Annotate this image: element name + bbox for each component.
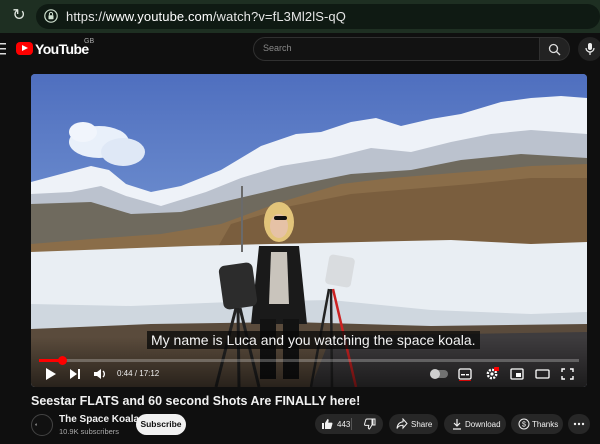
captions-icon[interactable] xyxy=(458,366,472,382)
miniplayer-icon[interactable] xyxy=(510,366,524,382)
avatar-logo: ◐ xyxy=(35,422,39,428)
volume-icon[interactable] xyxy=(93,366,107,382)
country-code: GB xyxy=(84,38,95,45)
autoplay-toggle[interactable] xyxy=(430,369,448,379)
channel-name[interactable]: The Space Koala xyxy=(59,414,139,425)
reload-icon[interactable]: ↻ xyxy=(9,6,29,26)
like-count: 443 xyxy=(337,420,351,429)
video-title: Seestar FLATS and 60 second Shots Are FI… xyxy=(31,394,361,408)
svg-text:$: $ xyxy=(522,422,526,429)
masthead: YouTube GB Search xyxy=(0,33,600,66)
time-display: 0:44 / 17:12 xyxy=(117,369,160,378)
avatar[interactable]: ◐ xyxy=(31,414,53,436)
like-divider xyxy=(351,418,352,430)
search-placeholder: Search xyxy=(263,43,292,53)
thanks-icon: $ xyxy=(518,418,530,430)
subscriber-count: 10.9K subscribers xyxy=(59,427,120,436)
progress-bar[interactable] xyxy=(39,356,579,365)
settings-icon[interactable] xyxy=(485,366,499,382)
more-actions-button[interactable] xyxy=(568,414,590,434)
like-icon[interactable] xyxy=(321,418,333,430)
share-label: Share xyxy=(411,420,433,429)
download-icon xyxy=(453,419,461,430)
search-input[interactable]: Search xyxy=(253,37,540,61)
download-button[interactable]: Download xyxy=(444,414,506,434)
video-player[interactable]: My name is Luca and you watching the spa… xyxy=(31,74,587,387)
download-label: Download xyxy=(465,420,501,429)
share-button[interactable]: Share xyxy=(389,414,438,434)
next-icon[interactable] xyxy=(69,366,81,382)
play-icon[interactable] xyxy=(45,366,57,382)
like-dislike-group: 443 xyxy=(315,414,383,434)
search-button[interactable] xyxy=(540,37,570,61)
url-text: https://www.youtube.com/watch?v=fL3Ml2lS… xyxy=(66,9,346,24)
fullscreen-icon[interactable] xyxy=(561,366,574,382)
share-icon xyxy=(396,418,408,430)
more-icon xyxy=(573,422,585,426)
browser-toolbar: ↻ https://www.youtube.com/watch?v=fL3Ml2… xyxy=(0,0,600,33)
dislike-icon[interactable] xyxy=(364,418,376,430)
voice-search-button[interactable] xyxy=(578,37,600,61)
logo-text: YouTube xyxy=(35,41,89,57)
address-bar[interactable]: https://www.youtube.com/watch?v=fL3Ml2lS… xyxy=(36,4,600,29)
lock-icon[interactable] xyxy=(44,9,58,23)
mic-icon xyxy=(585,43,595,55)
menu-icon[interactable] xyxy=(0,41,8,57)
scrubber-handle[interactable] xyxy=(58,356,67,365)
theater-icon[interactable] xyxy=(535,366,550,382)
subscribe-button[interactable]: Subscribe xyxy=(136,414,186,435)
thanks-button[interactable]: $ Thanks xyxy=(511,414,563,434)
thanks-label: Thanks xyxy=(532,420,559,429)
search-icon xyxy=(548,43,561,56)
controls-gradient xyxy=(31,337,587,387)
youtube-play-icon xyxy=(16,42,33,55)
